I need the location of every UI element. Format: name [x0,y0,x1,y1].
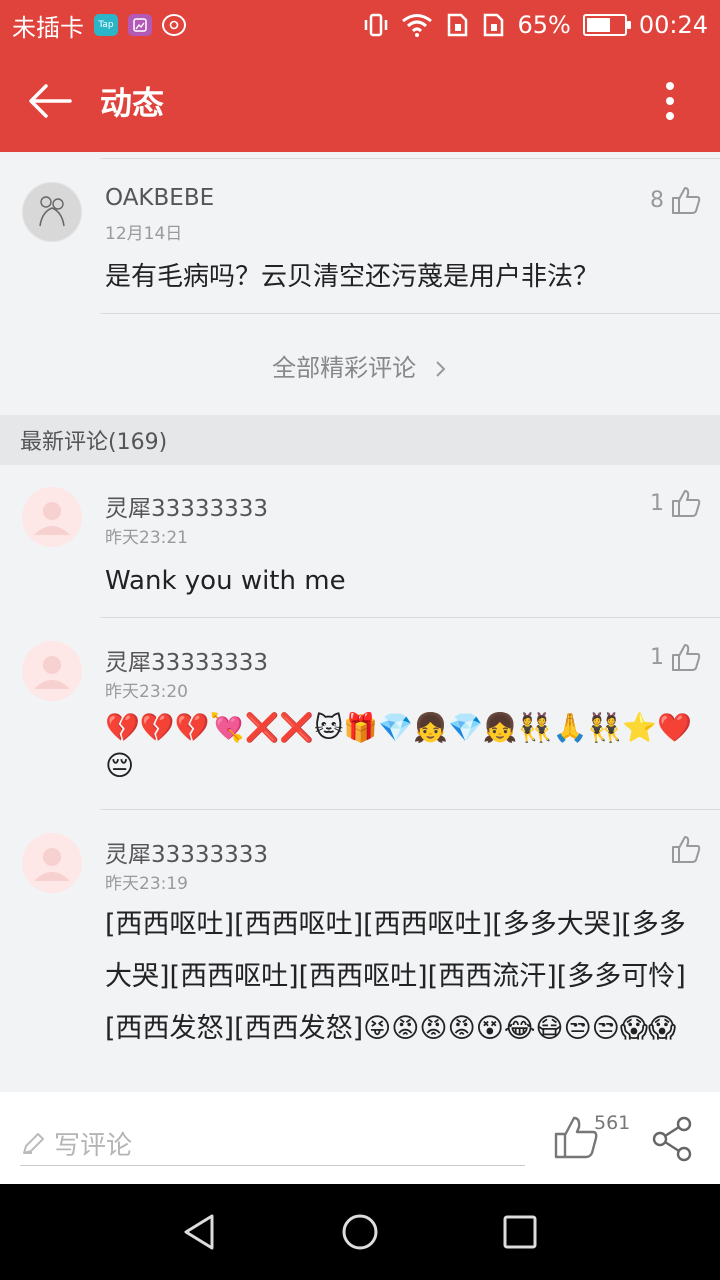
nav-back-button[interactable] [170,1202,230,1262]
gallery-icon [128,14,152,36]
divider [100,158,720,159]
comment-date: 昨天23:21 [105,528,188,548]
page-title: 动态 [100,84,165,122]
latest-comments-label: 最新评论(169) [20,430,168,455]
like-count: 8 [650,187,664,213]
square-recents-icon [503,1215,537,1249]
wifi-icon [402,14,433,37]
comment-date: 12月14日 [105,224,183,244]
clock: 00:24 [638,11,708,39]
vibrate-icon [365,13,388,37]
like-count: 1 [650,644,664,670]
share-icon [652,1116,692,1162]
comment-text: Wank you with me [105,566,346,596]
more-vert-icon [666,82,674,120]
thumb-up-icon [672,836,701,863]
triangle-back-icon [184,1214,214,1250]
thumb-up-icon [672,187,701,214]
sim-2-icon [484,13,504,37]
carrier-label: 未插卡 [12,13,84,42]
divider [100,313,720,314]
thumb-up-icon [672,644,701,671]
comment-text: [西西呕吐][西西呕吐][西西呕吐][多多大哭][多多大哭][西西呕吐][西西呕… [105,909,686,1044]
comment-text: 是有毛病吗？云贝清空还污蔑是用户非法？ [105,262,600,292]
more-button[interactable] [620,50,720,152]
avatar[interactable] [22,182,82,242]
nav-recents-button[interactable] [490,1202,550,1262]
battery-percent: 65% [517,11,571,39]
divider [100,617,720,618]
like-button[interactable]: 1 [650,487,702,519]
like-total-count: 561 [594,1112,631,1134]
avatar[interactable] [22,833,82,893]
thumb-up-icon [672,490,701,517]
username[interactable]: OAKBEBE [105,185,214,211]
chevron-right-icon [436,361,446,377]
like-button[interactable] [664,833,702,865]
app-bar: 动态 [0,50,720,152]
write-comment-placeholder: 写评论 [54,1131,133,1161]
taptap-icon: Tap [94,14,118,36]
latest-comments-header: 最新评论(169) [0,415,720,465]
comment-bar: 写评论 561 [0,1092,720,1184]
thumb-up-icon [554,1116,598,1159]
like-button[interactable]: 1 [650,641,702,673]
netease-music-icon [162,14,186,36]
circle-home-icon [342,1214,378,1250]
avatar[interactable] [22,641,82,701]
system-nav-bar [0,1184,720,1280]
all-hot-comments-label: 全部精彩评论 [272,354,417,382]
share-button[interactable] [650,1116,696,1166]
sim-1-icon [448,13,468,37]
like-button[interactable]: 8 [650,184,702,216]
avatar[interactable] [22,487,82,547]
arrow-left-icon [29,84,72,118]
comment-date: 昨天23:19 [105,874,188,894]
username[interactable]: 灵犀33333333 [105,643,268,677]
comment-text: 💔💔💔💘❌❌🐱🎁💎👧💎👧👯🙏👯⭐❤️😔 [105,711,693,782]
nav-home-button[interactable] [330,1202,390,1262]
back-button[interactable] [0,50,100,152]
like-total-button[interactable] [552,1114,600,1164]
all-hot-comments-link[interactable]: 全部精彩评论 [0,348,720,383]
write-comment-input[interactable]: 写评论 [20,1122,525,1166]
username[interactable]: 灵犀33333333 [105,835,268,869]
username[interactable]: 灵犀33333333 [105,489,268,523]
pencil-icon [23,1132,44,1154]
comment-feed[interactable]: OAKBEBE 12月14日 8 是有毛病吗？云贝清空还污蔑是用户非法？ 全部精… [0,152,720,1092]
comment-date: 昨天23:20 [105,682,188,702]
status-bar: 未插卡 Tap 65% 00:24 [0,0,720,50]
like-count: 1 [650,490,664,516]
battery-icon [582,14,631,36]
divider [100,809,720,810]
